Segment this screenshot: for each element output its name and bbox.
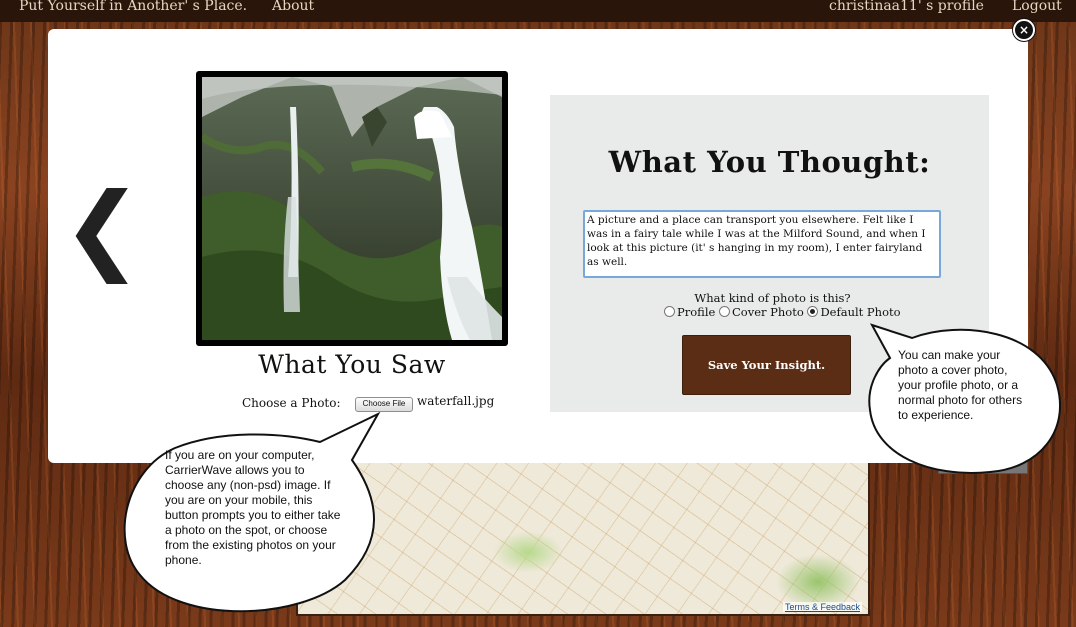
photo-kind-options: Profile Cover Photo Default Photo: [664, 305, 901, 319]
radio-default-photo[interactable]: [807, 306, 819, 317]
radio-profile[interactable]: [664, 306, 675, 317]
previous-arrow-icon[interactable]: ❮: [62, 180, 142, 276]
choose-file-button[interactable]: Choose File: [355, 397, 413, 412]
photo-kind-question: What kind of photo is this?: [694, 291, 851, 305]
radio-default-photo-label: Default Photo: [820, 305, 901, 319]
what-you-saw-title: What You Saw: [258, 350, 446, 379]
profile-link[interactable]: christinaa11' s profile: [829, 0, 984, 14]
top-nav: Put Yourself in Another' s Place. About …: [0, 0, 1076, 22]
save-insight-button[interactable]: Save Your Insight.: [682, 335, 851, 395]
about-link[interactable]: About: [272, 0, 314, 14]
choose-photo-label: Choose a Photo:: [242, 396, 341, 410]
site-title-link[interactable]: Put Yourself in Another' s Place.: [19, 0, 247, 14]
radio-profile-label: Profile: [677, 305, 716, 319]
close-icon[interactable]: ×: [1013, 19, 1035, 41]
right-bubble-text: You can make your photo a cover photo, y…: [898, 348, 1023, 422]
insight-textarea[interactable]: A picture and a place can transport you …: [583, 210, 941, 278]
radio-cover-photo-label: Cover Photo: [731, 305, 804, 319]
chosen-file-name: waterfall.jpg: [417, 394, 495, 408]
left-bubble-text: If you are on your computer, CarrierWave…: [165, 448, 341, 567]
logout-link[interactable]: Logout: [1012, 0, 1062, 14]
photo-frame: [196, 71, 508, 346]
map-terms-link[interactable]: Terms & Feedback: [782, 602, 862, 612]
waterfall-photo: [202, 77, 502, 340]
radio-cover-photo[interactable]: [718, 306, 730, 317]
what-you-thought-title: What You Thought:: [608, 145, 931, 179]
